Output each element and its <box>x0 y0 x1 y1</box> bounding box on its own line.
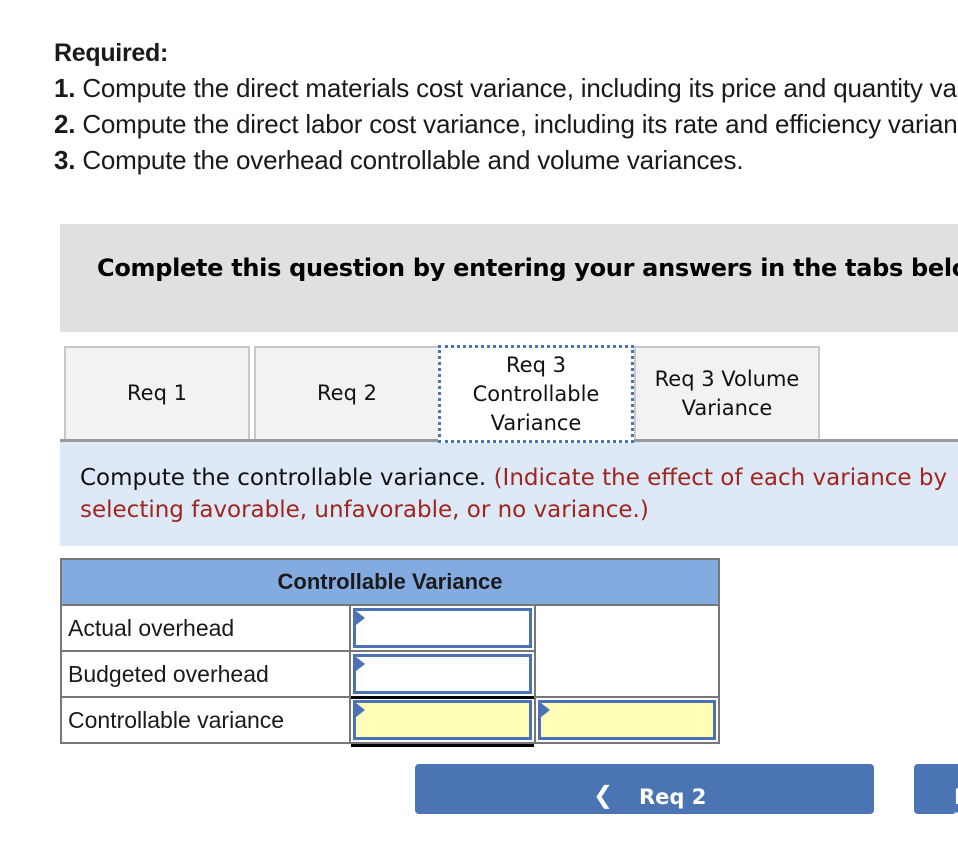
question-prompt: Compute the controllable variance. (Indi… <box>60 442 958 546</box>
prev-req-label: Req 2 <box>639 785 707 809</box>
table-row: Controllable variance <box>59 696 721 747</box>
budgeted-overhead-input[interactable] <box>353 654 532 694</box>
next-req-button[interactable]: Req 3 Volume Variance <box>914 764 958 857</box>
required-section: Required: 1. Compute the direct material… <box>54 36 958 178</box>
controllable-variance-table: Controllable Variance Actual overhead Bu… <box>59 558 721 747</box>
instruction-text: Complete this question by entering your … <box>97 254 958 282</box>
requirement-2: 2. Compute the direct labor cost varianc… <box>54 109 958 139</box>
instruction-banner: Complete this question by entering your … <box>60 224 958 332</box>
tab-req-1[interactable]: Req 1 <box>64 346 250 439</box>
requirement-tabs: Req 1 Req 2 Req 3 Controllable Variance … <box>60 345 958 443</box>
tab-req-3-controllable-variance[interactable]: Req 3 Controllable Variance <box>438 345 634 443</box>
table-title: Controllable Variance <box>60 558 720 606</box>
tab-req-2[interactable]: Req 2 <box>254 346 440 439</box>
prompt-text: Compute the controllable variance. <box>80 465 494 491</box>
row-label-controllable-variance: Controllable variance <box>59 696 352 744</box>
requirement-3: 3. Compute the overhead controllable and… <box>54 145 744 175</box>
total-double-underline <box>351 744 534 747</box>
empty-cell <box>533 604 721 698</box>
required-heading: Required: <box>54 39 168 67</box>
tab-req-3-volume-variance[interactable]: Req 3 Volume Variance <box>634 346 820 439</box>
next-req-label: Req 3 Volume Variance <box>954 785 958 857</box>
row-label-budgeted-overhead: Budgeted overhead <box>59 650 352 698</box>
chevron-left-icon: ❮ <box>593 781 614 809</box>
row-label-actual-overhead: Actual overhead <box>59 604 352 652</box>
controllable-variance-amount-input[interactable] <box>353 700 532 740</box>
prev-req-button[interactable]: ❮ Req 2 <box>415 764 874 814</box>
requirement-1: 1. Compute the direct materials cost var… <box>54 73 958 103</box>
table-row: Actual overhead <box>59 604 721 698</box>
controllable-variance-effect-select[interactable] <box>537 700 716 740</box>
actual-overhead-input[interactable] <box>353 608 532 648</box>
